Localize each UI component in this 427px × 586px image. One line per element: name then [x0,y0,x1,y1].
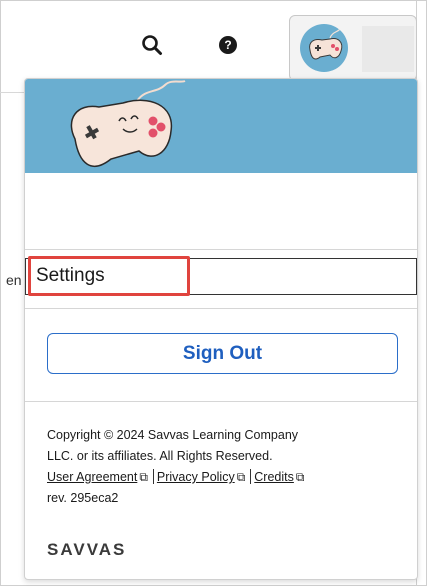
user-name-placeholder [362,26,414,72]
game-controller-illustration [70,80,186,168]
settings-label: Settings [36,265,105,286]
menu-divider [25,249,417,250]
profile-banner [25,79,417,173]
header-divider [0,92,24,93]
game-controller-icon [309,28,343,60]
link-separator [152,469,154,484]
privacy-policy-link[interactable]: Privacy Policy [157,470,235,484]
help-icon: ? [219,36,237,54]
obscured-text: en [6,272,22,288]
copyright-line-2: LLC. or its affiliates. All Rights Reser… [47,449,273,463]
menu-divider-3 [25,401,417,402]
user-menu-dropdown: Settings Sign Out Copyright © 2024 Savva… [24,78,418,580]
help-button[interactable]: ? [213,30,243,60]
menu-divider-2 [25,308,417,309]
legal-info: Copyright © 2024 Savvas Learning Company… [47,425,407,509]
avatar [300,24,348,72]
external-link-icon: ⧉ [236,470,246,484]
user-agreement-link[interactable]: User Agreement [47,470,137,484]
credits-link[interactable]: Credits [254,470,294,484]
copyright-line-1: Copyright © 2024 Savvas Learning Company [47,428,299,442]
revision-text: rev. 295eca2 [47,491,119,505]
link-separator [250,469,252,484]
settings-menu-item[interactable]: Settings [25,258,417,295]
search-button[interactable] [137,30,167,60]
search-icon [142,35,162,55]
legal-links: User Agreement ⧉ Privacy Policy ⧉ Credits ⧉ [47,467,407,488]
user-menu-button[interactable] [289,15,417,81]
brand-logo: SAVVAS [47,540,127,559]
external-link-icon: ⧉ [295,470,305,484]
sign-out-button[interactable]: Sign Out [47,333,398,374]
external-link-icon: ⧉ [139,470,148,484]
sign-out-label: Sign Out [182,342,263,364]
